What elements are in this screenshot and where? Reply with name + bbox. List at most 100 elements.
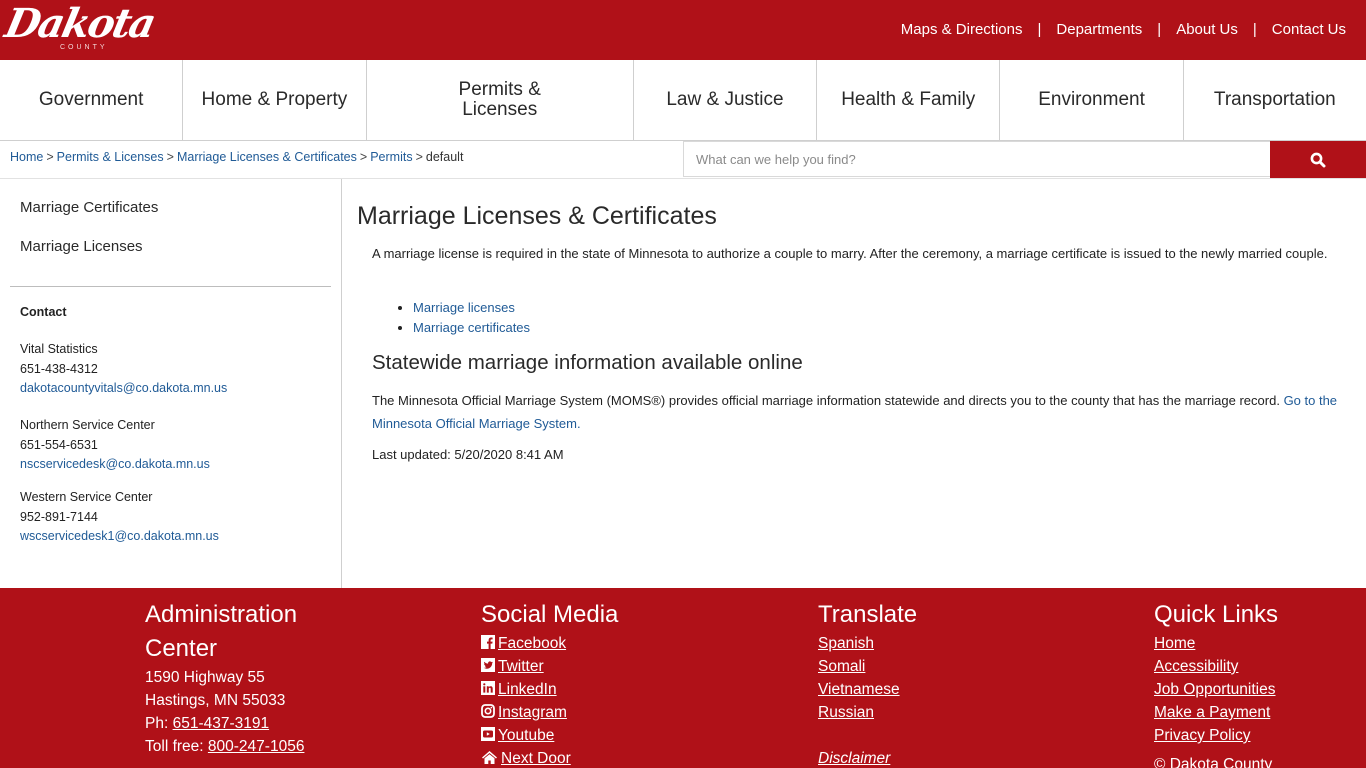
nextdoor-link[interactable]: Next Door xyxy=(481,747,618,768)
facebook-link[interactable]: Facebook xyxy=(481,632,618,655)
statewide-heading: Statewide marriage information available… xyxy=(372,351,803,374)
tollfree-label: Toll free: xyxy=(145,738,204,755)
contact-email-link[interactable]: dakotacountyvitals@co.dakota.mn.us xyxy=(20,379,227,399)
list-item: Marriage certificates xyxy=(413,318,530,338)
youtube-icon xyxy=(481,727,495,741)
marriage-links-list: Marriage licenses Marriage certificates xyxy=(397,298,530,338)
contact-name: Vital Statistics xyxy=(20,342,98,356)
youtube-label: Youtube xyxy=(498,727,555,744)
contact-email-link[interactable]: nscservicedesk@co.dakota.mn.us xyxy=(20,455,210,475)
quicklink-make-payment[interactable]: Make a Payment xyxy=(1154,701,1278,724)
translate-vietnamese-link[interactable]: Vietnamese xyxy=(818,678,917,701)
twitter-label: Twitter xyxy=(498,658,544,675)
contact-phone: 651-438-4312 xyxy=(20,361,98,376)
breadcrumb-marriage[interactable]: Marriage Licenses & Certificates xyxy=(177,150,357,164)
nav-law-justice[interactable]: Law & Justice xyxy=(634,60,818,140)
moms-paragraph: The Minnesota Official Marriage System (… xyxy=(372,389,1347,435)
breadcrumb-permits-licenses[interactable]: Permits & Licenses xyxy=(57,150,164,164)
breadcrumb-permits[interactable]: Permits xyxy=(370,150,412,164)
instagram-label: Instagram xyxy=(498,704,567,721)
youtube-link[interactable]: Youtube xyxy=(481,724,618,747)
admin-phone: Ph: 651-437-3191 xyxy=(145,712,325,735)
admin-address-line2: Hastings, MN 55033 xyxy=(145,692,286,709)
page-title: Marriage Licenses & Certificates xyxy=(357,202,717,230)
sidebar: Marriage Certificates Marriage Licenses … xyxy=(0,179,342,588)
quicklink-job-opportunities[interactable]: Job Opportunities xyxy=(1154,678,1278,701)
sidebar-item-marriage-certificates[interactable]: Marriage Certificates xyxy=(20,199,158,216)
list-item: Marriage licenses xyxy=(413,298,530,318)
footer-quicklinks-title: Quick Links xyxy=(1154,601,1279,628)
search-input[interactable] xyxy=(684,142,1270,176)
nav-environment[interactable]: Environment xyxy=(1000,60,1184,140)
footer-social-media: Social Media Facebook Twitter LinkedIn I… xyxy=(481,598,618,768)
contact-email-link[interactable]: wscservicedesk1@co.dakota.mn.us xyxy=(20,527,219,547)
instagram-link[interactable]: Instagram xyxy=(481,701,618,724)
breadcrumb-separator: > xyxy=(46,150,54,164)
about-us-link[interactable]: About Us xyxy=(1176,21,1238,38)
separator: | xyxy=(1157,21,1162,38)
moms-text: The Minnesota Official Marriage System (… xyxy=(372,393,1280,408)
linkedin-link[interactable]: LinkedIn xyxy=(481,678,618,701)
contact-name: Western Service Center xyxy=(20,490,153,504)
breadcrumb-separator: > xyxy=(166,150,174,164)
footer-social-title: Social Media xyxy=(481,601,619,628)
admin-tollfree-link[interactable]: 800-247-1056 xyxy=(208,738,305,755)
contact-western-service-center: Western Service Center 952-891-7144 wscs… xyxy=(20,488,219,547)
translate-russian-link[interactable]: Russian xyxy=(818,701,917,724)
nav-home-property[interactable]: Home & Property xyxy=(183,60,367,140)
breadcrumb-search-row: Home > Permits & Licenses > Marriage License… xyxy=(0,141,1366,179)
nav-permits-licenses[interactable]: Permits & Licenses xyxy=(367,60,634,140)
departments-link[interactable]: Departments xyxy=(1056,21,1142,38)
footer-quick-links: Quick Links Home Accessibility Job Oppor… xyxy=(1154,598,1278,768)
contact-vital-statistics: Vital Statistics 651-438-4312 dakotacoun… xyxy=(20,340,227,399)
intro-paragraph: A marriage license is required in the st… xyxy=(372,246,1328,261)
search-icon xyxy=(1310,152,1326,167)
marriage-licenses-link[interactable]: Marriage licenses xyxy=(413,300,515,315)
phone-label: Ph: xyxy=(145,715,169,732)
admin-phone-link[interactable]: 651-437-3191 xyxy=(173,715,270,732)
nav-health-family[interactable]: Health & Family xyxy=(817,60,1001,140)
facebook-label: Facebook xyxy=(498,635,567,652)
maps-directions-link[interactable]: Maps & Directions xyxy=(901,21,1023,38)
breadcrumb-home[interactable]: Home xyxy=(10,150,43,164)
main-nav: Government Home & Property Permits & Lic… xyxy=(0,60,1366,141)
home-icon xyxy=(482,751,497,764)
breadcrumb-separator: > xyxy=(415,150,423,164)
footer-translate-title: Translate xyxy=(818,601,918,628)
top-bar: Dakota COUNTY Maps & Directions | Depart… xyxy=(0,0,1366,60)
quicklink-home[interactable]: Home xyxy=(1154,632,1278,655)
contact-us-link[interactable]: Contact Us xyxy=(1272,21,1346,38)
linkedin-label: LinkedIn xyxy=(498,681,557,698)
search-button[interactable] xyxy=(1270,141,1366,178)
footer-admin-center: Administration Center 1590 Highway 55 Ha… xyxy=(145,598,325,758)
sidebar-item-marriage-licenses[interactable]: Marriage Licenses xyxy=(20,238,143,255)
translate-spanish-link[interactable]: Spanish xyxy=(818,632,917,655)
breadcrumb-current: default xyxy=(425,150,464,164)
disclaimer-link[interactable]: Disclaimer xyxy=(818,747,917,768)
quicklink-privacy-policy[interactable]: Privacy Policy xyxy=(1154,724,1278,747)
quicklink-accessibility[interactable]: Accessibility xyxy=(1154,655,1278,678)
separator: | xyxy=(1037,21,1042,38)
nav-transportation[interactable]: Transportation xyxy=(1184,60,1366,140)
admin-tollfree: Toll free: 800-247-1056 xyxy=(145,735,325,758)
twitter-icon xyxy=(481,658,495,672)
nav-government[interactable]: Government xyxy=(0,60,184,140)
dakota-county-logo[interactable]: Dakota COUNTY xyxy=(1,0,160,56)
separator: | xyxy=(1252,21,1257,38)
facebook-icon xyxy=(481,635,495,649)
marriage-certificates-link[interactable]: Marriage certificates xyxy=(413,320,530,335)
translate-somali-link[interactable]: Somali xyxy=(818,655,917,678)
breadcrumb: Home > Permits & Licenses > Marriage License… xyxy=(10,150,463,164)
contact-northern-service-center: Northern Service Center 651-554-6531 nsc… xyxy=(20,416,210,475)
contact-phone: 952-891-7144 xyxy=(20,509,98,524)
copyright: © Dakota County xyxy=(1154,756,1273,768)
sidebar-divider xyxy=(10,286,331,287)
utility-nav: Maps & Directions | Departments | About … xyxy=(901,21,1346,38)
linkedin-icon xyxy=(481,681,495,695)
logo-script-text: Dakota xyxy=(1,0,159,47)
instagram-icon xyxy=(481,704,495,718)
twitter-link[interactable]: Twitter xyxy=(481,655,618,678)
contact-heading: Contact xyxy=(20,305,67,319)
nextdoor-label: Next Door xyxy=(501,750,571,767)
